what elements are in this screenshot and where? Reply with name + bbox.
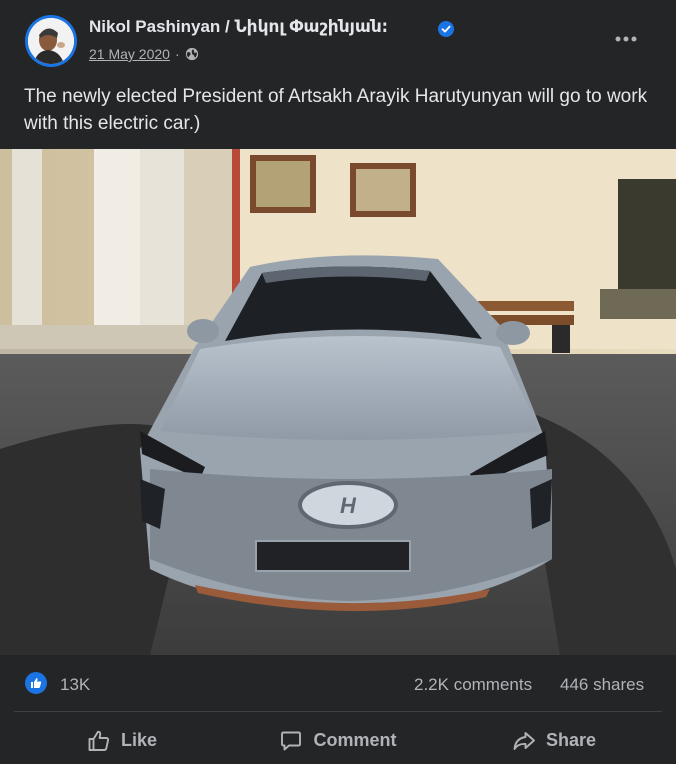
divider bbox=[14, 711, 662, 712]
post-meta: 21 May 2020 · bbox=[89, 46, 199, 62]
comment-icon bbox=[281, 731, 302, 750]
more-horizontal-icon bbox=[615, 36, 637, 42]
post-actions: Like Comment Share bbox=[14, 717, 662, 764]
meta-separator: · bbox=[174, 46, 180, 62]
like-button-label: Like bbox=[120, 730, 158, 750]
more-options-button[interactable] bbox=[606, 24, 646, 54]
author-name[interactable]: Nikol Pashinyan / Նիկոլ Փաշինյան։ bbox=[89, 17, 388, 37]
share-button-label: Share bbox=[545, 730, 597, 750]
like-reaction-icon bbox=[31, 678, 42, 688]
avatar[interactable] bbox=[25, 15, 77, 67]
thumbs-up-icon bbox=[88, 730, 110, 751]
like-count[interactable]: 13K bbox=[60, 675, 90, 695]
comment-button[interactable]: Comment bbox=[230, 717, 446, 764]
post-photo[interactable]: H bbox=[0, 149, 676, 655]
share-button[interactable]: Share bbox=[446, 717, 662, 764]
globe-icon[interactable] bbox=[185, 47, 199, 61]
verified-badge-icon bbox=[438, 21, 454, 37]
comment-button-label: Comment bbox=[313, 730, 397, 750]
post-card: Nikol Pashinyan / Նիկոլ Փաշինյան։ 21 May… bbox=[0, 0, 676, 764]
share-icon bbox=[513, 731, 535, 750]
post-stats: 13K 2.2K comments 446 shares bbox=[0, 660, 676, 710]
comments-count[interactable]: 2.2K comments bbox=[414, 675, 532, 695]
avatar-photo bbox=[28, 18, 74, 64]
svg-text:H: H bbox=[340, 493, 357, 518]
like-reaction-badge[interactable] bbox=[25, 672, 47, 694]
post-date[interactable]: 21 May 2020 bbox=[89, 46, 170, 62]
like-button[interactable]: Like bbox=[14, 717, 230, 764]
post-header: Nikol Pashinyan / Նիկոլ Փաշինյան։ 21 May… bbox=[0, 0, 676, 76]
post-text: The newly elected President of Artsakh A… bbox=[24, 86, 648, 134]
shares-count[interactable]: 446 shares bbox=[560, 675, 644, 695]
